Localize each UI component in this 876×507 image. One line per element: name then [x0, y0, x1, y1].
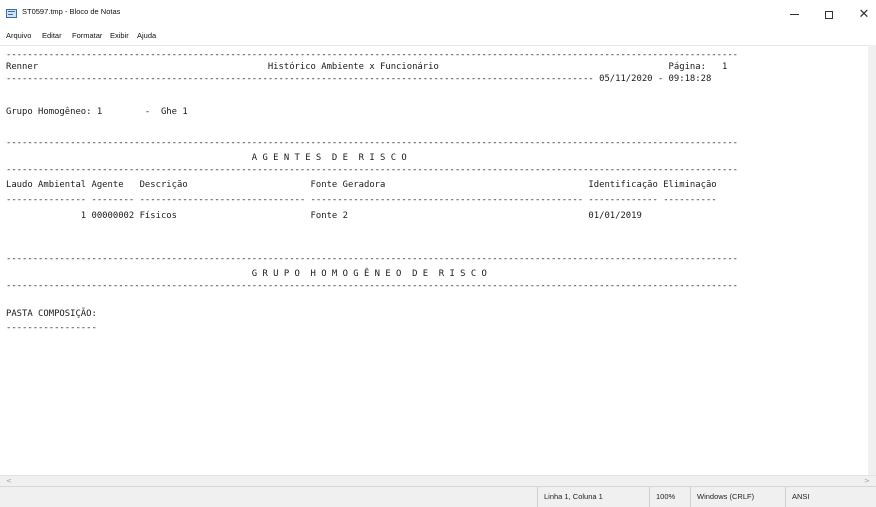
window-title: ST0597.tmp - Bloco de Notas	[22, 7, 121, 16]
text-line: ----------------------------------------…	[6, 165, 739, 175]
text-line: Laudo Ambiental Agente Descrição Fonte G…	[6, 180, 717, 190]
horizontal-scrollbar[interactable]: < >	[0, 475, 876, 486]
text-line: --------------- -------- ---------------…	[6, 195, 717, 205]
text-line: ----------------------------------------…	[6, 138, 739, 148]
status-cursor-position: Linha 1, Coluna 1	[537, 487, 649, 507]
text-line: G R U P O H O M O G Ê N E O D E R I S C …	[6, 269, 487, 279]
text-line: ----------------------------------------…	[6, 50, 739, 60]
status-zoom: 100%	[649, 487, 690, 507]
vertical-scrollbar[interactable]	[868, 45, 876, 475]
status-line-endings: Windows (CRLF)	[690, 487, 785, 507]
minimize-button[interactable]	[777, 0, 811, 29]
text-line: -----------------	[6, 323, 97, 333]
maximize-icon	[825, 10, 833, 19]
notepad-icon	[6, 9, 17, 18]
menu-formatar[interactable]: Formatar	[72, 31, 102, 40]
scroll-left-icon[interactable]: <	[6, 477, 12, 485]
maximize-button[interactable]	[812, 0, 846, 29]
status-bar: Linha 1, Coluna 1 100% Windows (CRLF) AN…	[0, 486, 876, 507]
text-line: Grupo Homogêneo: 1 - Ghe 1	[6, 107, 188, 117]
close-icon: ✕	[858, 7, 870, 22]
text-line: Renner Histórico Ambiente x Funcionário …	[6, 62, 728, 72]
menu-bar: Arquivo Editar Formatar Exibir Ajuda	[0, 29, 876, 45]
text-line: A G E N T E S D E R I S C O	[6, 153, 407, 163]
menu-arquivo[interactable]: Arquivo	[6, 31, 31, 40]
text-line: 1 00000002 Físicos Fonte 2 01/01/2019	[6, 211, 642, 221]
text-editor-area[interactable]: ----------------------------------------…	[0, 45, 868, 476]
scroll-right-icon[interactable]: >	[864, 477, 870, 485]
text-line: ----------------------------------------…	[6, 281, 739, 291]
text-line: PASTA COMPOSIÇÃO:	[6, 309, 97, 319]
text-line: ----------------------------------------…	[6, 254, 739, 264]
text-line: ----------------------------------------…	[6, 74, 712, 84]
menu-ajuda[interactable]: Ajuda	[137, 31, 156, 40]
menu-exibir[interactable]: Exibir	[110, 31, 129, 40]
minimize-icon	[789, 14, 799, 15]
menu-editar[interactable]: Editar	[42, 31, 62, 40]
title-bar: ST0597.tmp - Bloco de Notas ✕	[0, 0, 876, 29]
close-button[interactable]: ✕	[847, 0, 876, 29]
status-encoding: ANSI	[785, 487, 876, 507]
